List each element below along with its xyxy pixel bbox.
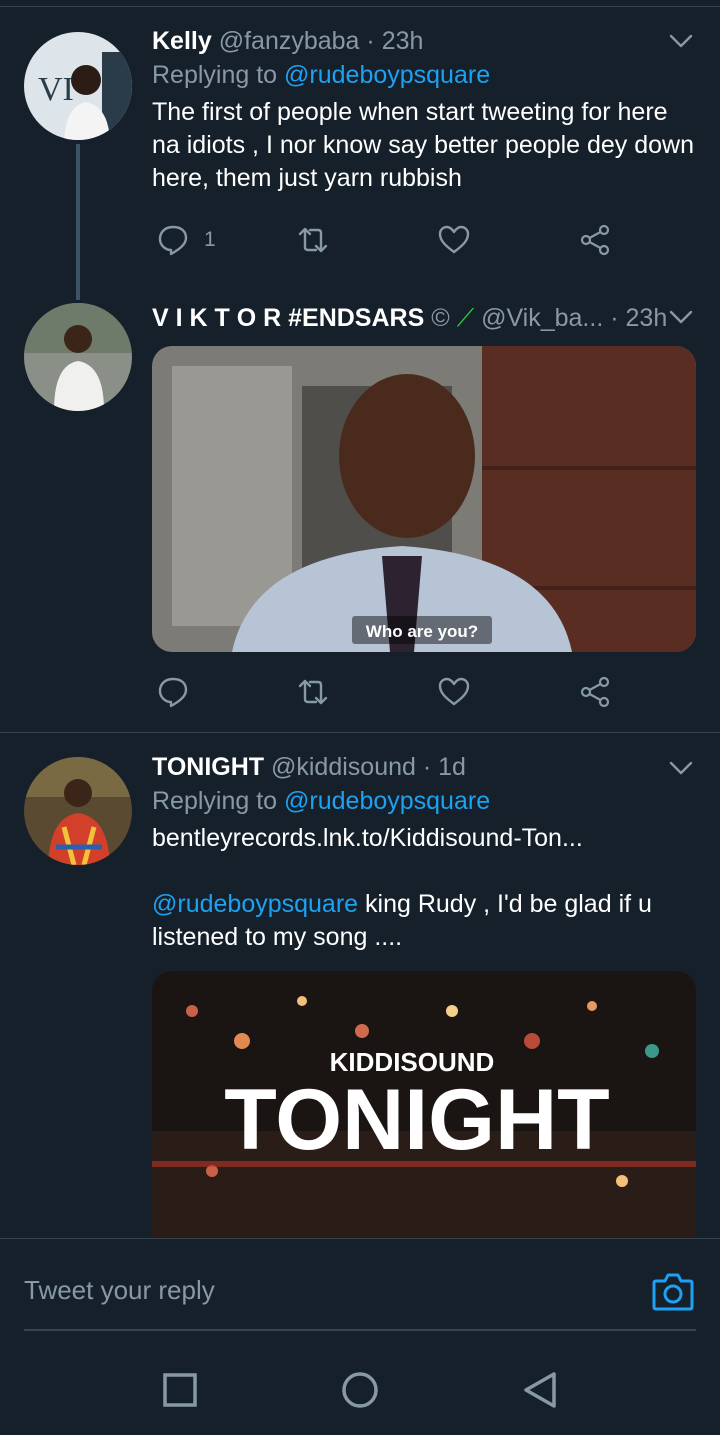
like-button[interactable]	[437, 672, 471, 712]
recents-icon[interactable]	[160, 1370, 200, 1410]
heart-icon	[438, 225, 470, 254]
reply-button[interactable]: 1	[156, 220, 216, 260]
handle: @fanzybaba	[218, 27, 360, 55]
reply-button[interactable]	[156, 672, 190, 712]
tweet-kelly[interactable]: VI Kelly @fanzybaba · 23h Replying to @r…	[0, 0, 720, 300]
share-icon	[580, 676, 610, 708]
replying-to: Replying to @rudeboypsquare	[152, 786, 696, 816]
tweet-header: TONIGHT @kiddisound · 1d	[152, 752, 696, 782]
avatar[interactable]: VI	[24, 32, 132, 140]
system-navigation-bar	[0, 1340, 720, 1435]
share-icon	[580, 224, 610, 256]
camera-icon[interactable]	[652, 1271, 694, 1311]
tweet-mention[interactable]: @rudeboypsquare	[152, 890, 358, 918]
tweet-link[interactable]: bentleyrecords.lnk.to/Kiddisound-Ton...	[152, 822, 696, 855]
replying-to-mention[interactable]: @rudeboypsquare	[284, 787, 490, 815]
tweet-text: @rudeboypsquare king Rudy , I'd be glad …	[152, 888, 696, 954]
copyright-icon: ©	[431, 304, 450, 332]
like-button[interactable]	[437, 220, 471, 260]
tweet-reply-input[interactable]: Tweet your reply	[24, 1275, 215, 1306]
timestamp: · 1d	[422, 753, 466, 781]
display-name[interactable]: Kelly	[152, 27, 212, 55]
replying-to-label: Replying to	[152, 61, 278, 89]
tweet-media-gif[interactable]: Who are you?	[152, 346, 696, 652]
share-button[interactable]	[578, 220, 612, 260]
tweet-media-image[interactable]: KIDDISOUND TONIGHT	[152, 971, 696, 1238]
tweet-text: The first of people when start tweeting …	[152, 98, 694, 192]
replying-to-label: Replying to	[152, 787, 278, 815]
back-icon[interactable]	[520, 1370, 560, 1410]
tweet-viktor[interactable]: V I K T O R #ENDSARS © ⟋ @Vik_ba... · 23…	[0, 300, 720, 732]
replying-to: Replying to @rudeboypsquare	[152, 60, 696, 90]
retweet-button[interactable]	[296, 220, 330, 260]
avatar[interactable]	[24, 757, 132, 865]
replying-to-mention[interactable]: @rudeboypsquare	[284, 61, 490, 89]
chevron-down-icon[interactable]	[668, 755, 694, 781]
display-name[interactable]: TONIGHT	[152, 753, 264, 781]
tweet-tonight[interactable]: TONIGHT @kiddisound · 1d Replying to @ru…	[0, 733, 720, 1238]
chevron-down-icon[interactable]	[668, 304, 694, 330]
timestamp: · 23h	[610, 304, 668, 332]
share-button[interactable]	[578, 672, 612, 712]
gif-caption: Who are you?	[366, 622, 478, 641]
retweet-icon	[298, 679, 328, 705]
retweet-icon	[298, 227, 328, 253]
reply-icon	[158, 225, 188, 256]
reply-composer: Tweet your reply	[0, 1238, 720, 1340]
heart-icon	[438, 677, 470, 706]
home-icon[interactable]	[340, 1370, 380, 1410]
svg-text:VI: VI	[38, 71, 74, 108]
thread-line	[76, 144, 80, 300]
handle: @Vik_ba...	[481, 304, 604, 332]
display-name[interactable]: V I K T O R #ENDSARS	[152, 304, 424, 332]
chevron-down-icon[interactable]	[668, 28, 694, 54]
tweet-header: Kelly @fanzybaba · 23h	[152, 26, 696, 56]
timestamp: · 23h	[366, 27, 424, 55]
japan-map-icon: ⟋	[456, 304, 475, 332]
retweet-button[interactable]	[296, 672, 330, 712]
media-title: TONIGHT	[224, 1072, 609, 1168]
avatar[interactable]	[24, 303, 132, 411]
reply-icon	[158, 677, 188, 708]
tweet-header: V I K T O R #ENDSARS © ⟋ @Vik_ba... · 23…	[152, 303, 696, 333]
reply-count: 1	[204, 228, 216, 251]
handle: @kiddisound	[271, 753, 416, 781]
composer-underline	[24, 1329, 696, 1331]
